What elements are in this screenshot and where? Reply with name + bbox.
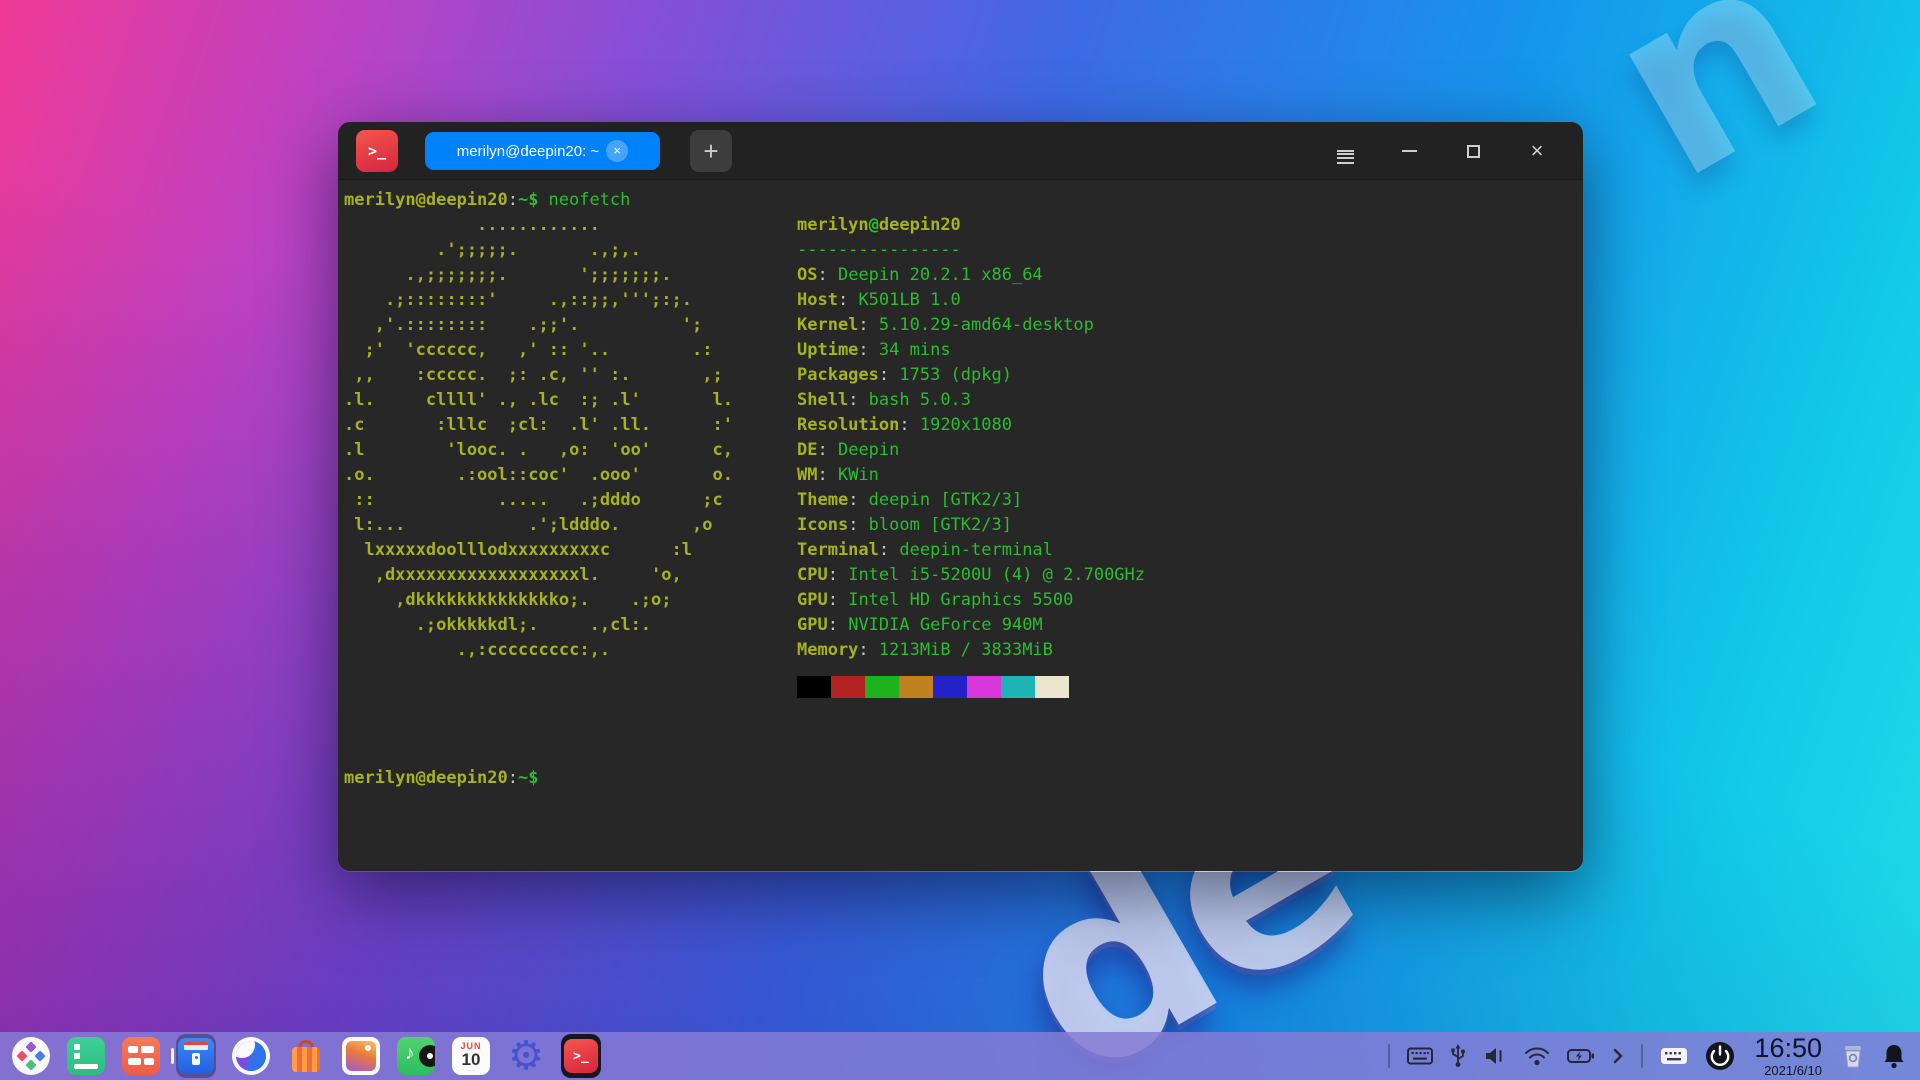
clock-date: 2021/6/10 [1754,1064,1822,1077]
launcher-icon[interactable] [10,1033,52,1079]
shutdown-icon[interactable] [1705,1041,1735,1071]
terminal-app-icon: >_ [356,130,398,172]
dock-apps: ♪ JUN 10 ···· ⚙ >_ [0,1033,602,1079]
wifi-icon[interactable] [1524,1046,1550,1066]
usb-icon[interactable] [1450,1044,1466,1068]
window-menu-icon[interactable] [1313,122,1377,180]
wallpaper-watermark-n: n [1574,0,1844,217]
running-indicator [171,1048,174,1064]
palette-swatch [933,676,967,698]
maximize-icon[interactable] [1441,122,1505,180]
browser-icon[interactable] [230,1033,272,1079]
neofetch-info-row: WM: KWin [797,463,1573,488]
notification-bell-icon[interactable] [1882,1043,1906,1069]
neofetch-info-row: Theme: deepin [GTK2/3] [797,488,1573,513]
neofetch-info-row: DE: Deepin [797,438,1573,463]
terminal-window: >_ merilyn@deepin20: ~ × + × merilyn@dee… [338,122,1583,872]
shell-prompt: merilyn@deepin20:~$ [344,766,1573,791]
neofetch-ascii-logo: ............ .';;;;;. .,;,. .,;;;;;;;. '… [344,213,797,698]
command-line: merilyn@deepin20:~$neofetch [344,188,1573,213]
neofetch-info-row: Packages: 1753 (dpkg) [797,363,1573,388]
neofetch-info-row: GPU: NVIDIA GeForce 940M [797,613,1573,638]
system-tray: 16:50 2021/6/10 [1388,1035,1920,1077]
keyboard-layout-icon[interactable] [1407,1047,1433,1065]
terminal-tab[interactable]: merilyn@deepin20: ~ × [425,132,660,170]
window-controls: × [1313,122,1569,180]
photos-icon[interactable] [340,1033,382,1079]
neofetch-info-row: CPU: Intel i5-5200U (4) @ 2.700GHz [797,563,1573,588]
terminal-dock-icon[interactable]: >_ [560,1033,602,1079]
neofetch-title: merilyn@deepin20 [797,213,1573,238]
neofetch-info-row: OS: Deepin 20.2.1 x86_64 [797,263,1573,288]
command-text: neofetch [549,190,631,210]
neofetch-info-row: Host: K501LB 1.0 [797,288,1573,313]
neofetch-info-row: Terminal: deepin-terminal [797,538,1573,563]
battery-icon[interactable] [1567,1048,1595,1064]
tray-separator [1641,1044,1643,1068]
neofetch-info-row: Shell: bash 5.0.3 [797,388,1573,413]
tab-title: merilyn@deepin20: ~ [457,143,599,160]
file-manager-icon[interactable] [175,1033,217,1079]
calendar-icon[interactable]: JUN 10 ···· [450,1033,492,1079]
neofetch-info-row: Uptime: 34 mins [797,338,1573,363]
onscreen-keyboard-icon[interactable] [1660,1046,1688,1066]
tab-close-icon[interactable]: × [606,140,628,162]
clock[interactable]: 16:50 2021/6/10 [1754,1035,1822,1077]
new-tab-button[interactable]: + [690,130,732,172]
control-center-icon[interactable]: ⚙ [505,1033,547,1079]
neofetch-underline: ---------------- [797,238,1573,263]
close-icon[interactable]: × [1505,122,1569,180]
calendar-day: 10 [452,1051,490,1068]
tray-separator [1388,1044,1390,1068]
dock: ♪ JUN 10 ···· ⚙ >_ [0,1032,1920,1080]
tray-expand-chevron-icon[interactable] [1612,1047,1624,1065]
palette-swatch [797,676,831,698]
volume-icon[interactable] [1483,1045,1507,1067]
music-icon[interactable]: ♪ [395,1033,437,1079]
palette-swatch [1001,676,1035,698]
neofetch-info-row: Kernel: 5.10.29-amd64-desktop [797,313,1573,338]
neofetch-info: merilyn@deepin20 ---------------- OS: De… [797,213,1573,698]
palette-swatch [899,676,933,698]
terminal-color-palette [797,676,1573,698]
minimize-icon[interactable] [1377,122,1441,180]
launcher-pinwheel [12,1037,50,1075]
palette-swatch [831,676,865,698]
titlebar[interactable]: >_ merilyn@deepin20: ~ × + × [338,122,1583,180]
neofetch-info-row: Memory: 1213MiB / 3833MiB [797,638,1573,663]
palette-swatch [1035,676,1069,698]
desktop: de n >_ merilyn@deepin20: ~ × + × merily… [0,0,1920,1080]
neofetch-info-row: Icons: bloom [GTK2/3] [797,513,1573,538]
trash-icon[interactable] [1841,1043,1865,1069]
palette-swatch [967,676,1001,698]
app-store-icon[interactable] [285,1033,327,1079]
terminal-output[interactable]: merilyn@deepin20:~$neofetch ............… [338,180,1583,871]
app-grid-icon[interactable] [120,1033,162,1079]
palette-swatch [865,676,899,698]
neofetch-info-row: GPU: Intel HD Graphics 5500 [797,588,1573,613]
multitasking-view-icon[interactable] [65,1033,107,1079]
neofetch-info-row: Resolution: 1920x1080 [797,413,1573,438]
clock-time: 16:50 [1754,1035,1822,1062]
